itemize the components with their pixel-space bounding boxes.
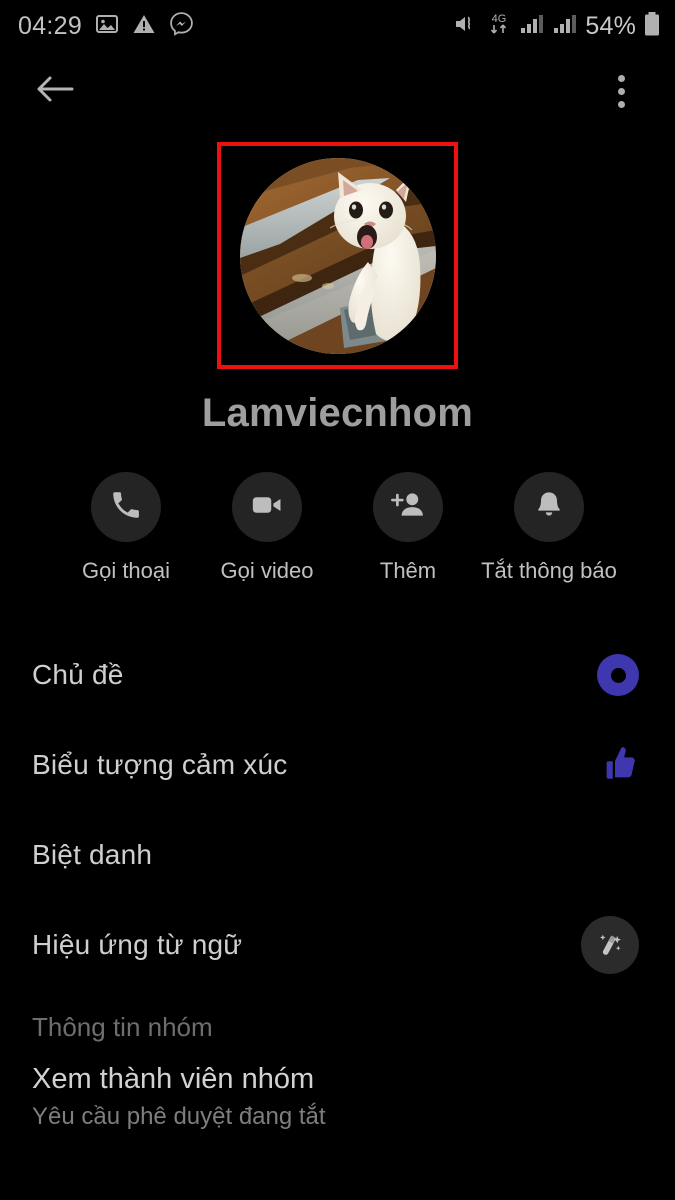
menu-item-emoji-value (579, 742, 639, 789)
navigation-bar (0, 52, 675, 130)
menu-item-view-members[interactable]: Xem thành viên nhóm Yêu cầu phê duyệt đa… (0, 1053, 675, 1131)
action-add-member[interactable]: Thêm (338, 472, 479, 584)
avatar-highlight-box (217, 142, 458, 369)
warning-icon (132, 12, 156, 41)
messenger-group-info-screen: 04:29 4G 54% Lamviecnhom Gọi thoại Gọi v… (0, 0, 675, 1200)
messenger-icon (169, 11, 194, 41)
image-icon (95, 12, 119, 41)
back-arrow-icon (34, 71, 78, 112)
mobile-data-icon: 4G (486, 10, 512, 43)
signal-bars-sim2-icon (552, 13, 578, 40)
action-add-member-label: Thêm (379, 558, 437, 583)
battery-percent-label: 54% (585, 11, 636, 40)
status-time: 04:29 (18, 11, 83, 40)
action-video-call-label: Gọi video (220, 558, 314, 583)
menu-item-view-members-subtitle: Yêu cầu phê duyệt đang tắt (32, 1103, 326, 1130)
quick-actions-row: Gọi thoại Gọi video Thêm Tắt thông báo (0, 472, 675, 584)
more-options-button[interactable] (595, 65, 647, 117)
battery-icon (643, 11, 661, 42)
menu-item-word-effect-label: Hiệu ứng từ ngữ (32, 929, 243, 960)
action-mute-notifications-label: Tắt thông báo (481, 558, 617, 583)
action-voice-call-label: Gọi thoại (81, 558, 171, 583)
status-bar: 04:29 4G 54% (0, 0, 675, 52)
menu-item-theme-value (579, 654, 639, 696)
menu-item-nickname-label: Biệt danh (32, 839, 153, 870)
menu-item-word-effect-value (579, 916, 639, 974)
settings-menu: Chủ đề Biểu tượng cảm xúc Biệt danh Hiệu… (0, 630, 675, 1131)
phone-icon (109, 488, 143, 527)
action-voice-call-circle (91, 472, 161, 542)
bell-icon (533, 489, 565, 526)
theme-color-circle-icon (597, 654, 639, 696)
avatar-cat-photo (239, 157, 436, 354)
menu-item-theme-label: Chủ đề (32, 659, 124, 690)
menu-item-nickname[interactable]: Biệt danh (0, 810, 675, 900)
thumbs-up-icon (597, 742, 639, 789)
status-bar-left: 04:29 (18, 11, 194, 41)
action-mute-notifications-circle (514, 472, 584, 542)
magic-wand-icon (581, 916, 639, 974)
avatar[interactable] (239, 157, 436, 354)
action-add-member-circle (373, 472, 443, 542)
menu-item-theme[interactable]: Chủ đề (0, 630, 675, 720)
menu-item-emoji[interactable]: Biểu tượng cảm xúc (0, 720, 675, 810)
menu-item-emoji-label: Biểu tượng cảm xúc (32, 749, 288, 780)
video-camera-icon (250, 488, 284, 527)
menu-item-view-members-title: Xem thành viên nhóm (32, 1063, 315, 1095)
back-button[interactable] (30, 65, 82, 117)
page-title: Lamviecnhom (201, 391, 474, 435)
menu-item-word-effect[interactable]: Hiệu ứng từ ngữ (0, 900, 675, 990)
action-video-call[interactable]: Gọi video (197, 472, 338, 584)
more-options-icon (617, 74, 625, 108)
action-mute-notifications[interactable]: Tắt thông báo (479, 472, 620, 584)
action-voice-call[interactable]: Gọi thoại (56, 472, 197, 584)
action-video-call-circle (232, 472, 302, 542)
status-bar-right: 4G 54% (453, 10, 661, 43)
mute-vibrate-icon (453, 12, 479, 41)
signal-bars-sim1-icon (519, 13, 545, 40)
group-profile-header: Lamviecnhom (0, 142, 675, 436)
add-person-icon (391, 488, 425, 527)
svg-text:4G: 4G (492, 13, 507, 25)
section-header-group-info: Thông tin nhóm (32, 1012, 213, 1042)
